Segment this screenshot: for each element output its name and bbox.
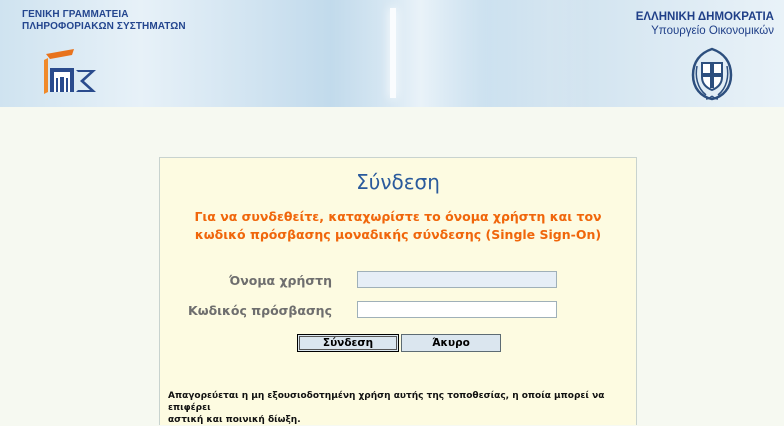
username-input[interactable] [357,271,557,288]
light-beam-decoration [330,0,590,107]
gsis-title-line1: ΓΕΝΙΚΗ ΓΡΑΜΜΑΤΕΙΑ [22,9,129,20]
login-instructions-line2: κωδικό πρόσβασης μοναδικής σύνδεσης (Sin… [194,227,602,242]
login-instructions-line1: Για να συνδεθείτε, καταχωρίστε το όνομα … [194,209,602,224]
header-banner: ΓΕΝΙΚΗ ΓΡΑΜΜΑΤΕΙΑ ΠΛΗΡΟΦΟΡΙΑΚΩΝ ΣΥΣΤΗΜΑΤ… [0,0,784,107]
legal-warning-line1: Απαγορεύεται η μη εξουσιοδοτημένη χρήση … [168,391,605,413]
greek-coat-of-arms-icon [691,47,733,101]
ministry-title: Υπουργείο Οικονομικών [651,25,774,37]
login-instructions: Για να συνδεθείτε, καταχωρίστε το όνομα … [170,208,626,244]
login-heading: Σύνδεση [356,170,440,194]
gsis-title-line2: ΠΛΗΡΟΦΟΡΙΑΚΩΝ ΣΥΣΤΗΜΑΤΩΝ [22,21,186,32]
password-input[interactable] [357,301,557,318]
password-label: Κωδικός πρόσβασης [188,303,332,318]
republic-title-block: ΕΛΛΗΝΙΚΗ ΔΗΜΟΚΡΑΤΙΑ Υπουργείο Οικονομικώ… [636,10,774,38]
gsis-title: ΓΕΝΙΚΗ ΓΡΑΜΜΑΤΕΙΑ ΠΛΗΡΟΦΟΡΙΑΚΩΝ ΣΥΣΤΗΜΑΤ… [22,9,186,33]
login-button[interactable]: Σύνδεση [297,334,399,352]
username-label: Όνομα χρήστη [229,273,332,288]
login-panel: Σύνδεση Για να συνδεθείτε, καταχωρίστε τ… [159,157,637,425]
light-beam-decoration [390,8,396,98]
republic-title: ΕΛΛΗΝΙΚΗ ΔΗΜΟΚΡΑΤΙΑ [635,11,774,23]
gsis-logo-icon [44,49,96,94]
cancel-button[interactable]: Άκυρο [401,334,501,352]
legal-warning: Απαγορεύεται η μη εξουσιοδοτημένη χρήση … [168,390,630,426]
